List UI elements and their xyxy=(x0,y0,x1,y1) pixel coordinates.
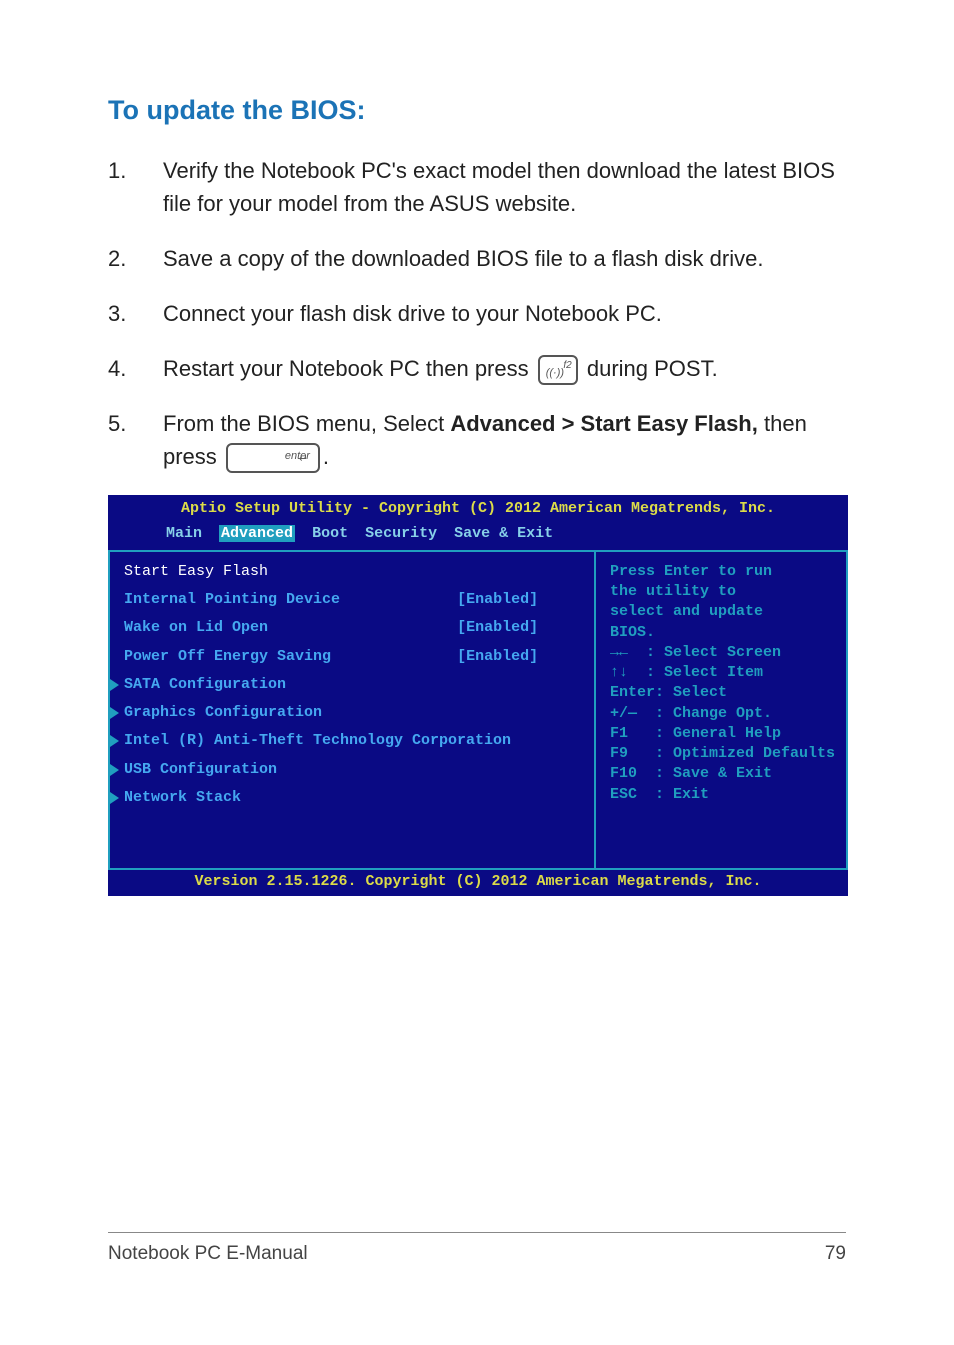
bios-submenu: Graphics Configuration xyxy=(124,703,584,723)
step-3: 3. Connect your flash disk drive to your… xyxy=(108,297,846,330)
triangle-icon xyxy=(110,764,119,776)
bios-left-pane: Start Easy Flash Internal Pointing Devic… xyxy=(108,552,596,868)
bios-tabs: Main Advanced Boot Security Save & Exit xyxy=(108,524,848,544)
section-heading: To update the BIOS: xyxy=(108,95,846,126)
step-text: Restart your Notebook PC then press xyxy=(163,356,535,381)
step-1: 1. Verify the Notebook PC's exact model … xyxy=(108,154,846,220)
bios-help-text: Press Enter to run the utility to select… xyxy=(610,562,842,643)
bios-option-value: [Enabled] xyxy=(457,648,538,665)
step-text: . xyxy=(323,444,329,469)
return-arrow-icon: ↵ xyxy=(299,451,308,468)
tab-advanced: Advanced xyxy=(219,525,295,542)
bios-footer: Version 2.15.1226. Copyright (C) 2012 Am… xyxy=(108,870,848,896)
step-2: 2. Save a copy of the downloaded BIOS fi… xyxy=(108,242,846,275)
bios-submenu: Intel (R) Anti-Theft Technology Corporat… xyxy=(124,731,584,751)
page-number: 79 xyxy=(825,1243,846,1265)
step-body: Connect your flash disk drive to your No… xyxy=(163,297,846,330)
step-list: 1. Verify the Notebook PC's exact model … xyxy=(108,154,846,473)
bios-submenu-label: Intel (R) Anti-Theft Technology Corporat… xyxy=(124,732,511,749)
bios-title: Aptio Setup Utility - Copyright (C) 2012… xyxy=(108,499,848,519)
bios-submenu-label: Graphics Configuration xyxy=(124,704,322,721)
step-number: 5. xyxy=(108,407,163,440)
bios-submenu-label: USB Configuration xyxy=(124,761,277,778)
step-text: From the BIOS menu, Select xyxy=(163,411,450,436)
bios-option-row: Wake on Lid Open [Enabled] xyxy=(124,618,584,638)
bios-submenu: USB Configuration xyxy=(124,760,584,780)
bios-option-label: Wake on Lid Open xyxy=(124,619,268,636)
enter-key-icon: enter ↵ xyxy=(226,443,320,473)
tab-save-exit: Save & Exit xyxy=(454,525,553,542)
bios-submenu: Network Stack xyxy=(124,788,584,808)
step-body: From the BIOS menu, Select Advanced > St… xyxy=(163,407,846,473)
triangle-icon xyxy=(110,707,119,719)
step-body: Save a copy of the downloaded BIOS file … xyxy=(163,242,846,275)
step-5: 5. From the BIOS menu, Select Advanced >… xyxy=(108,407,846,473)
footer-title: Notebook PC E-Manual xyxy=(108,1243,308,1265)
bios-screenshot: Aptio Setup Utility - Copyright (C) 2012… xyxy=(108,495,848,896)
step-4: 4. Restart your Notebook PC then press f… xyxy=(108,352,846,385)
step-number: 1. xyxy=(108,154,163,187)
bios-option-label: Internal Pointing Device xyxy=(124,591,340,608)
bios-option-row: Power Off Energy Saving [Enabled] xyxy=(124,647,584,667)
tab-boot: Boot xyxy=(312,525,348,542)
triangle-icon xyxy=(110,679,119,691)
step-body: Restart your Notebook PC then press f2 (… xyxy=(163,352,846,385)
step-body: Verify the Notebook PC's exact model the… xyxy=(163,154,846,220)
step-text-bold: Advanced > Start Easy Flash, xyxy=(450,411,758,436)
bios-help-pane: Press Enter to run the utility to select… xyxy=(596,552,848,868)
wifi-icon: ((·)) xyxy=(546,365,564,382)
tab-main: Main xyxy=(166,525,202,542)
bios-key-help: →← : Select Screen ↑↓ : Select Item Ente… xyxy=(610,643,842,805)
key-label: f2 xyxy=(563,358,571,373)
bios-option-row: Internal Pointing Device [Enabled] xyxy=(124,590,584,610)
step-number: 4. xyxy=(108,352,163,385)
f2-key-icon: f2 ((·)) xyxy=(538,355,578,385)
tab-security: Security xyxy=(365,525,437,542)
bios-submenu-label: Network Stack xyxy=(124,789,241,806)
bios-selected-item: Start Easy Flash xyxy=(124,562,584,582)
triangle-icon xyxy=(110,792,119,804)
bios-option-value: [Enabled] xyxy=(457,591,538,608)
bios-option-label: Power Off Energy Saving xyxy=(124,648,331,665)
bios-option-value: [Enabled] xyxy=(457,619,538,636)
triangle-icon xyxy=(110,735,119,747)
bios-submenu-label: SATA Configuration xyxy=(124,676,286,693)
step-number: 2. xyxy=(108,242,163,275)
page-footer: Notebook PC E-Manual 79 xyxy=(108,1232,846,1265)
step-text: during POST. xyxy=(587,356,718,381)
bios-submenu: SATA Configuration xyxy=(124,675,584,695)
step-number: 3. xyxy=(108,297,163,330)
